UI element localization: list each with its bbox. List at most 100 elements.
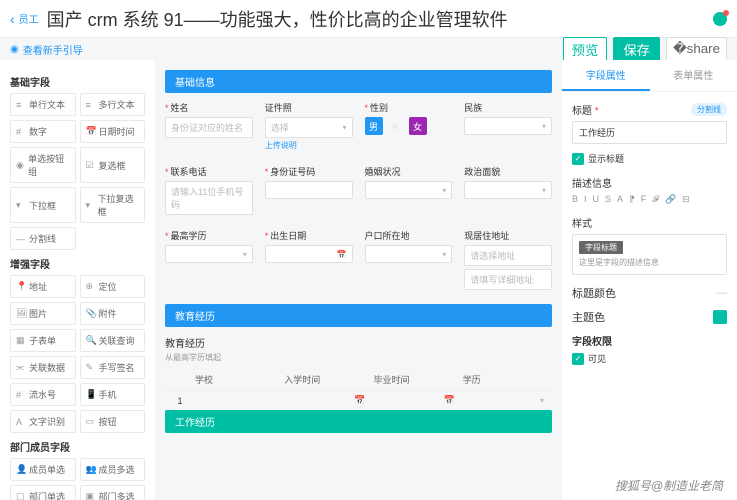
field-type-item[interactable]: ▢部门单选 xyxy=(10,485,76,500)
field-icon: ▦ xyxy=(16,335,26,346)
form-field[interactable]: *身份证号码 xyxy=(265,165,353,215)
style-label: 样式 xyxy=(572,215,727,230)
field-type-item[interactable]: 📱手机 xyxy=(80,383,146,406)
field-type-item[interactable]: #流水号 xyxy=(10,383,76,406)
form-field[interactable]: 现居住地址请选择地址请填写详细地址 xyxy=(464,229,552,290)
form-field[interactable]: 民族▾ xyxy=(464,101,552,151)
toolbar-button[interactable]: A xyxy=(617,194,623,205)
form-field[interactable]: *联系电话请输入11位手机号码 xyxy=(165,165,253,215)
toolbar-button[interactable]: S xyxy=(605,194,611,205)
toolbar-button[interactable]: ⁋ xyxy=(629,194,635,205)
field-type-item[interactable]: ▾下拉框 xyxy=(10,187,76,223)
table-row[interactable]: 1📅📅▾ xyxy=(165,391,552,410)
field-icon: 🔍 xyxy=(86,335,96,346)
form-field[interactable]: *最高学历▾ xyxy=(165,229,253,290)
field-icon: 📅 xyxy=(86,126,96,137)
field-group-title: 部门成员字段 xyxy=(10,439,145,454)
title-label: 标题 xyxy=(572,106,592,117)
notification-badge[interactable] xyxy=(713,12,727,26)
save-button[interactable]: 保存 xyxy=(613,37,660,62)
field-icon: 📎 xyxy=(86,308,96,319)
toolbar-button[interactable]: I xyxy=(584,194,587,205)
field-type-item[interactable]: 📎附件 xyxy=(80,302,146,325)
field-type-item[interactable]: ◉单选按钮组 xyxy=(10,147,76,183)
toolbar-button[interactable]: ⊟ xyxy=(682,194,690,205)
chevron-down-icon: ▾ xyxy=(243,250,247,259)
back-icon[interactable]: ‹ xyxy=(10,11,15,27)
field-type-item[interactable]: ▦子表单 xyxy=(10,329,76,352)
divider-pill[interactable]: 分割线 xyxy=(691,103,727,116)
radio-option[interactable]: 女 xyxy=(409,117,427,135)
field-icon: # xyxy=(16,127,26,137)
field-type-item[interactable]: ☑复选框 xyxy=(80,147,146,183)
form-field[interactable]: *姓名身份证对应的姓名 xyxy=(165,101,253,151)
chevron-down-icon: ▾ xyxy=(542,122,546,131)
field-type-item[interactable]: ≡单行文本 xyxy=(10,93,76,116)
field-icon: ◉ xyxy=(16,160,25,171)
preview-button[interactable]: 预览 xyxy=(563,37,608,62)
tab-field-props[interactable]: 字段属性 xyxy=(562,60,650,91)
field-type-item[interactable]: 🖼图片 xyxy=(10,302,76,325)
field-group-title: 增强字段 xyxy=(10,256,145,271)
toolbar-button[interactable]: U xyxy=(593,194,600,205)
field-type-item[interactable]: 🔍关联查询 xyxy=(80,329,146,352)
title-input[interactable]: 工作经历 xyxy=(572,121,727,144)
form-field[interactable]: 政治面貌▾ xyxy=(464,165,552,215)
visible-checkbox[interactable]: ✓ xyxy=(572,353,584,365)
back-label[interactable]: 员工 xyxy=(19,11,39,26)
chevron-down-icon: 📅 xyxy=(337,250,347,259)
field-type-item[interactable]: 📅日期时间 xyxy=(80,120,146,143)
field-type-item[interactable]: ▣部门多选 xyxy=(80,485,146,500)
field-type-item[interactable]: ✎手写签名 xyxy=(80,356,146,379)
field-icon: ▣ xyxy=(86,491,96,500)
guide-link[interactable]: 查看新手引导 xyxy=(23,42,83,57)
toolbar-button[interactable]: F xyxy=(641,194,647,205)
style-preview[interactable]: 字段标题 这里是字段的描述信息 xyxy=(572,234,727,275)
field-type-item[interactable]: A文字识别 xyxy=(10,410,76,433)
field-icon: ▾ xyxy=(16,200,26,211)
perm-label: 字段权限 xyxy=(572,333,727,348)
field-type-item[interactable]: —分割线 xyxy=(10,227,76,250)
field-icon: ≡ xyxy=(86,100,96,110)
toolbar-button[interactable]: 𝓕 xyxy=(652,194,659,205)
form-field[interactable]: 婚姻状况▾ xyxy=(365,165,453,215)
theme-color-swatch[interactable] xyxy=(713,310,727,324)
toolbar-button[interactable]: 🔗 xyxy=(665,194,676,205)
form-field[interactable]: *性别男○女 xyxy=(365,101,453,151)
section-header[interactable]: 基础信息 xyxy=(165,70,552,93)
tab-form-props[interactable]: 表单属性 xyxy=(650,60,737,91)
field-type-item[interactable]: ⊕定位 xyxy=(80,275,146,298)
toolbar-button[interactable]: B xyxy=(572,194,578,205)
radio-option[interactable]: 男 xyxy=(365,117,383,135)
chevron-down-icon: ▾ xyxy=(342,123,346,132)
table-desc: 从最高学历填起 xyxy=(165,352,552,363)
table-header: 学校入学时间毕业时间学历 xyxy=(165,369,552,391)
field-icon: ✎ xyxy=(86,362,96,373)
field-icon: ▢ xyxy=(16,491,26,500)
field-type-item[interactable]: ⫘关联数据 xyxy=(10,356,76,379)
form-field[interactable]: 户口所在地▾ xyxy=(365,229,453,290)
page-title: 国产 crm 系统 91——功能强大，性价比高的企业管理软件 xyxy=(47,6,508,32)
form-field[interactable]: 证件照选择▾上传说明 xyxy=(265,101,353,151)
field-type-item[interactable]: 👤成员单选 xyxy=(10,458,76,481)
field-type-item[interactable]: 👥成员多选 xyxy=(80,458,146,481)
watermark: 搜狐号@制造业老简 xyxy=(615,477,723,494)
section-header[interactable]: 工作经历 xyxy=(165,410,552,433)
section-header[interactable]: 教育经历 xyxy=(165,304,552,327)
theme-color-label: 主题色 xyxy=(572,309,605,325)
field-type-item[interactable]: #数字 xyxy=(10,120,76,143)
form-field[interactable]: *出生日期📅 xyxy=(265,229,353,290)
info-icon: ◉ xyxy=(10,44,19,55)
chevron-down-icon: ▾ xyxy=(442,186,446,195)
table-label: 教育经历 xyxy=(165,335,552,350)
field-type-item[interactable]: 📍地址 xyxy=(10,275,76,298)
field-icon: ☑ xyxy=(86,160,96,171)
field-type-item[interactable]: ▭按钮 xyxy=(80,410,146,433)
show-title-checkbox[interactable]: ✓ xyxy=(572,153,584,165)
field-type-item[interactable]: ▾下拉复选框 xyxy=(80,187,146,223)
field-icon: ⫘ xyxy=(16,362,26,373)
properties-panel: 字段属性 表单属性 标题 *分割线 工作经历 ✓显示标题 描述信息 BIUSA⁋… xyxy=(562,60,737,500)
field-group-title: 基础字段 xyxy=(10,74,145,89)
share-button[interactable]: �share xyxy=(666,37,727,62)
field-type-item[interactable]: ≡多行文本 xyxy=(80,93,146,116)
